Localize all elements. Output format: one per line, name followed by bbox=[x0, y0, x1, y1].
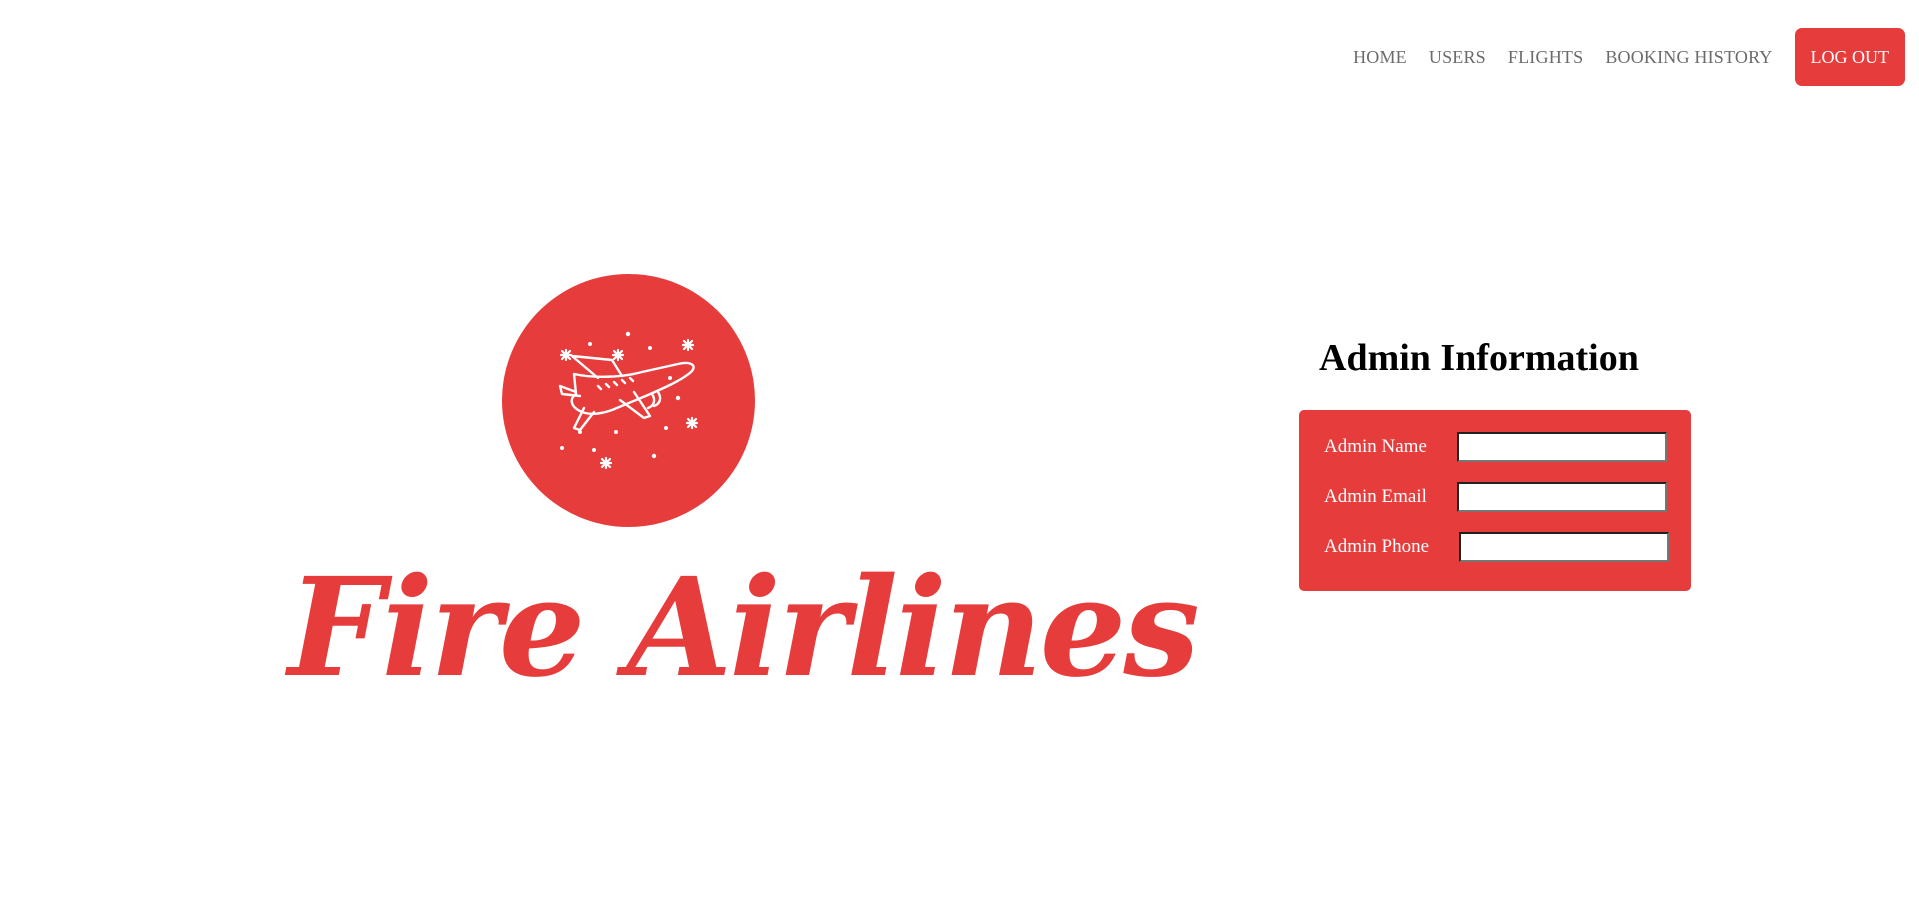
admin-name-row: Admin Name bbox=[1324, 432, 1667, 462]
nav-flights-link[interactable]: FLIGHTS bbox=[1508, 47, 1583, 68]
admin-email-row: Admin Email bbox=[1324, 482, 1667, 512]
top-nav: HOME USERS FLIGHTS BOOKING HISTORY LOG O… bbox=[1353, 28, 1905, 86]
logout-button[interactable]: LOG OUT bbox=[1794, 28, 1905, 86]
admin-info-title: Admin Information bbox=[1319, 337, 1639, 379]
admin-name-field[interactable] bbox=[1457, 432, 1667, 462]
admin-name-label: Admin Name bbox=[1324, 436, 1427, 457]
admin-info-panel: Admin Name Admin Email Admin Phone bbox=[1299, 410, 1691, 591]
admin-phone-field[interactable] bbox=[1459, 532, 1669, 562]
nav-home-link[interactable]: HOME bbox=[1353, 47, 1407, 68]
admin-phone-label: Admin Phone bbox=[1324, 536, 1430, 557]
logo-badge bbox=[502, 274, 755, 527]
admin-email-field[interactable] bbox=[1457, 482, 1667, 512]
admin-email-label: Admin Email bbox=[1324, 486, 1427, 507]
airplane-icon bbox=[558, 331, 699, 470]
brand-name: Fire Airlines bbox=[288, 548, 1200, 708]
admin-phone-row: Admin Phone bbox=[1324, 532, 1669, 562]
page: HOME USERS FLIGHTS BOOKING HISTORY LOG O… bbox=[0, 0, 1919, 908]
nav-users-link[interactable]: USERS bbox=[1429, 47, 1486, 68]
nav-booking-history-link[interactable]: BOOKING HISTORY bbox=[1605, 47, 1772, 68]
